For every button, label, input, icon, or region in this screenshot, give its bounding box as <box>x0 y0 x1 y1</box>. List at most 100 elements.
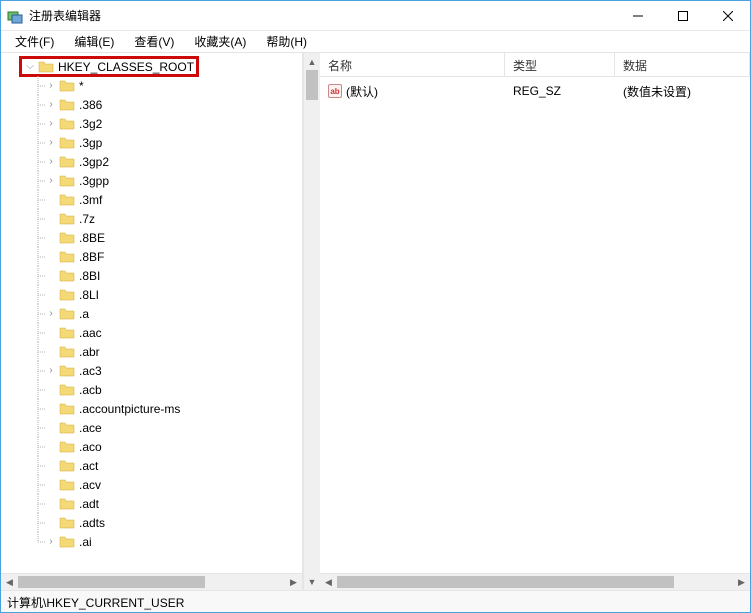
menu-help[interactable]: 帮助(H) <box>256 31 317 52</box>
tree-view[interactable]: ⌵HKEY_CLASSES_ROOT›*›.386›.3g2›.3gp›.3gp… <box>1 53 302 573</box>
tree-item-label: .3g2 <box>79 117 102 131</box>
tree-item[interactable]: › .ai <box>1 532 302 551</box>
tree-item-label: .ace <box>79 421 102 435</box>
scroll-up-icon[interactable]: ▲ <box>304 53 320 70</box>
tree-item[interactable]: .aac <box>1 323 302 342</box>
chevron-right-icon[interactable]: › <box>45 118 57 130</box>
tree-item-label: .act <box>79 459 98 473</box>
column-type[interactable]: 类型 <box>505 53 615 76</box>
cell-type: REG_SZ <box>505 84 615 98</box>
tree-item[interactable]: .accountpicture-ms <box>1 399 302 418</box>
toggle-placeholder <box>45 460 57 472</box>
column-name[interactable]: 名称 <box>320 53 505 76</box>
cell-name: ab(默认) <box>320 83 505 100</box>
tree-item-label: .ac3 <box>79 364 102 378</box>
tree-item-label: .aco <box>79 440 102 454</box>
statusbar: 计算机\HKEY_CURRENT_USER <box>1 590 750 612</box>
tree-item[interactable]: .8LI <box>1 285 302 304</box>
tree-item[interactable]: .acv <box>1 475 302 494</box>
tree-item[interactable]: .act <box>1 456 302 475</box>
tree-item[interactable]: .8BI <box>1 266 302 285</box>
tree-item-label: .ai <box>79 535 92 549</box>
menu-favorites[interactable]: 收藏夹(A) <box>184 31 256 52</box>
chevron-down-icon[interactable]: ⌵ <box>24 61 36 73</box>
tree-item[interactable]: .aco <box>1 437 302 456</box>
tree-item[interactable]: .7z <box>1 209 302 228</box>
tree-item-label: .8LI <box>79 288 99 302</box>
close-button[interactable] <box>705 1 750 30</box>
toggle-placeholder <box>45 498 57 510</box>
toggle-placeholder <box>45 479 57 491</box>
tree-item-label: .accountpicture-ms <box>79 402 180 416</box>
chevron-right-icon[interactable]: › <box>45 536 57 548</box>
tree-item-label: .a <box>79 307 89 321</box>
tree-item[interactable]: .adts <box>1 513 302 532</box>
tree-item[interactable]: ›.3gp2 <box>1 152 302 171</box>
tree-item-label: .acb <box>79 383 102 397</box>
tree-vertical-scrollbar[interactable]: ▲ ▼ <box>303 53 320 590</box>
list-row[interactable]: ab(默认)REG_SZ(数值未设置) <box>320 81 750 101</box>
minimize-button[interactable] <box>615 1 660 30</box>
tree-item-label: .7z <box>79 212 95 226</box>
chevron-right-icon[interactable]: › <box>45 175 57 187</box>
scroll-right-icon[interactable]: ▶ <box>733 577 750 588</box>
tree-item[interactable]: › .3gp <box>1 133 302 152</box>
chevron-right-icon[interactable]: › <box>45 156 57 168</box>
toggle-placeholder <box>45 289 57 301</box>
tree-item[interactable]: .ace <box>1 418 302 437</box>
tree-item[interactable]: .abr <box>1 342 302 361</box>
menu-view[interactable]: 查看(V) <box>124 31 184 52</box>
tree-horizontal-scrollbar[interactable]: ◀ ▶ <box>1 573 302 590</box>
toggle-placeholder <box>45 422 57 434</box>
tree-item-label: .8BE <box>79 231 105 245</box>
tree-item[interactable]: .8BE <box>1 228 302 247</box>
toggle-placeholder <box>45 251 57 263</box>
toggle-placeholder <box>45 441 57 453</box>
tree-item-label: .3mf <box>79 193 102 207</box>
tree-item[interactable]: ›.386 <box>1 95 302 114</box>
window-title: 注册表编辑器 <box>29 7 615 24</box>
tree-item[interactable]: › .ac3 <box>1 361 302 380</box>
toggle-placeholder <box>45 346 57 358</box>
registry-editor-window: 注册表编辑器 文件(F) 编辑(E) 查看(V) 收藏夹(A) 帮助(H) ⌵ H… <box>0 0 751 613</box>
tree-item[interactable]: .adt <box>1 494 302 513</box>
content-area: ⌵HKEY_CLASSES_ROOT›*›.386›.3g2›.3gp›.3gp… <box>1 53 750 590</box>
tree-item[interactable]: .8BF <box>1 247 302 266</box>
chevron-right-icon[interactable]: › <box>45 308 57 320</box>
tree-item-label: .8BF <box>79 250 104 264</box>
tree-root-row[interactable]: ⌵ HKEY_CLASSES_ROOT <box>1 57 302 76</box>
tree-item[interactable]: › .3gpp <box>1 171 302 190</box>
chevron-right-icon[interactable]: › <box>45 137 57 149</box>
tree-item[interactable]: ›* <box>1 76 302 95</box>
toggle-placeholder <box>45 194 57 206</box>
column-data[interactable]: 数据 <box>615 53 750 76</box>
toggle-placeholder <box>45 517 57 529</box>
menu-file[interactable]: 文件(F) <box>5 31 64 52</box>
list-pane: 名称 类型 数据 ab(默认)REG_SZ(数值未设置) ◀ ▶ <box>320 53 750 590</box>
string-value-icon: ab <box>328 84 342 98</box>
chevron-right-icon[interactable]: › <box>45 365 57 377</box>
toggle-placeholder <box>45 270 57 282</box>
scroll-down-icon[interactable]: ▼ <box>304 573 320 590</box>
tree-item[interactable]: › .3g2 <box>1 114 302 133</box>
toggle-placeholder <box>45 232 57 244</box>
tree-root-label: HKEY_CLASSES_ROOT <box>58 60 194 74</box>
tree-item[interactable]: .acb <box>1 380 302 399</box>
tree-item[interactable]: .3mf <box>1 190 302 209</box>
scroll-right-icon[interactable]: ▶ <box>285 577 302 588</box>
list-view[interactable]: ab(默认)REG_SZ(数值未设置) <box>320 77 750 573</box>
menu-edit[interactable]: 编辑(E) <box>64 31 124 52</box>
maximize-button[interactable] <box>660 1 705 30</box>
window-controls <box>615 1 750 30</box>
chevron-right-icon[interactable]: › <box>45 80 57 92</box>
scroll-left-icon[interactable]: ◀ <box>1 577 18 588</box>
scroll-left-icon[interactable]: ◀ <box>320 577 337 588</box>
tree-item-label: .3gpp <box>79 174 109 188</box>
tree-item-label: .3gp <box>79 136 102 150</box>
tree-item-label: .adts <box>79 516 105 530</box>
list-header: 名称 类型 数据 <box>320 53 750 77</box>
tree-item[interactable]: › .a <box>1 304 302 323</box>
list-horizontal-scrollbar[interactable]: ◀ ▶ <box>320 573 750 590</box>
toggle-placeholder <box>45 327 57 339</box>
chevron-right-icon[interactable]: › <box>45 99 57 111</box>
